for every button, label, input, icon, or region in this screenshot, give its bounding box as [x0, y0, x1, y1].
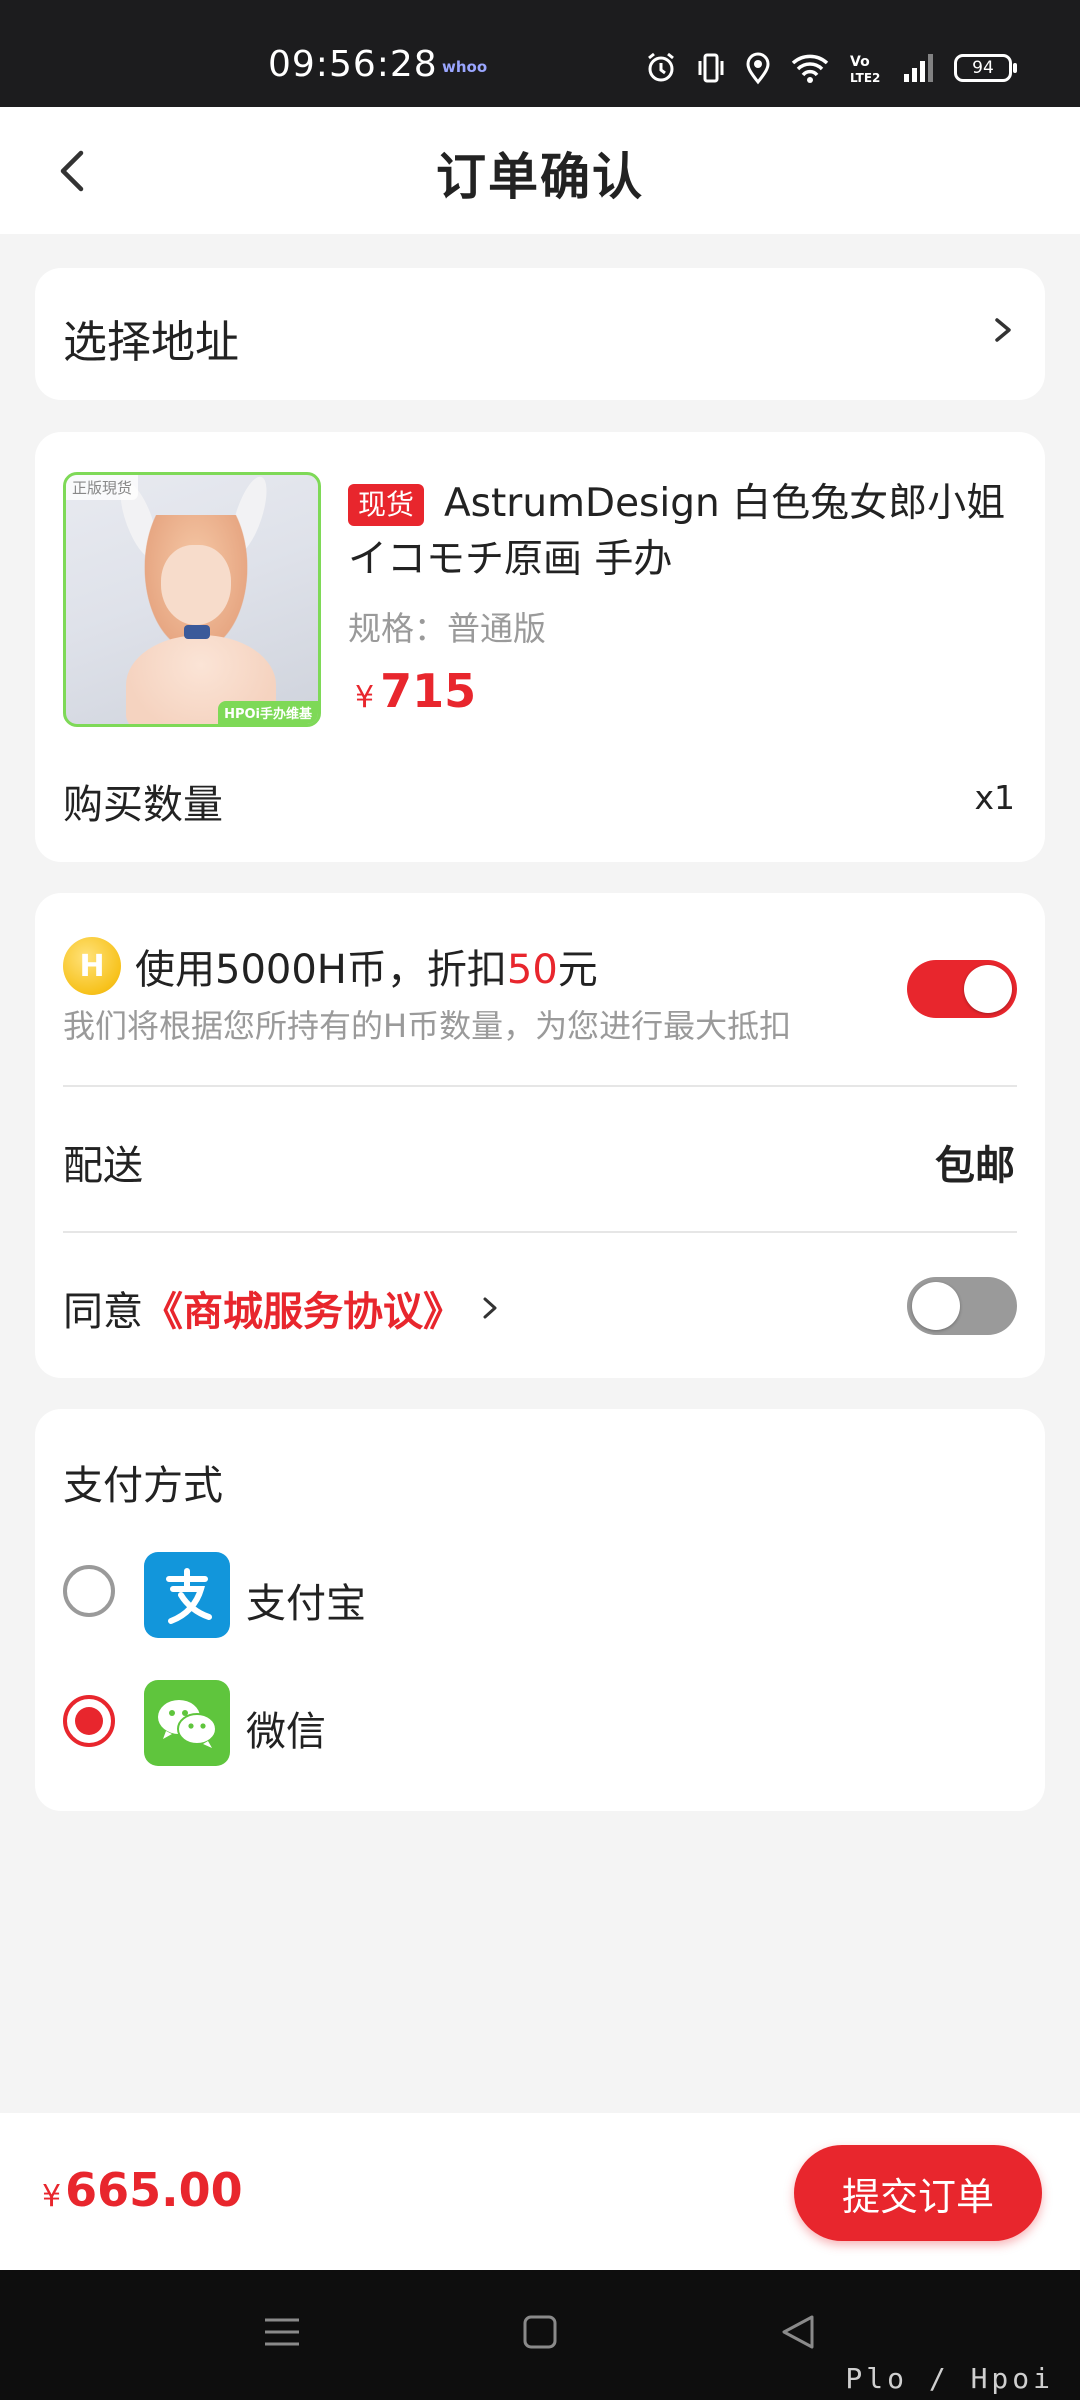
coin-amount: 50 — [506, 947, 558, 993]
volte-icon: VoLTE2 — [850, 54, 880, 85]
total-value: 665.00 — [65, 2163, 243, 2217]
alipay-label[interactable]: 支付宝 — [246, 1571, 366, 1629]
stock-badge: 现货 — [348, 484, 425, 526]
wechat-radio[interactable] — [63, 1695, 115, 1747]
checkout-bar: ¥665.00 提交订单 — [0, 2113, 1080, 2270]
quantity-label: 购买数量 — [63, 782, 223, 828]
quantity-value: x1 — [974, 778, 1015, 817]
vibrate-icon — [698, 53, 724, 83]
location-icon — [746, 52, 770, 85]
alarm-icon — [648, 52, 674, 82]
product-image[interactable]: 正版現货 HPOi手办维基 — [63, 472, 321, 727]
product-title: AstrumDesign 白色兔女郎小姐 イコモチ原画 手办 — [348, 481, 1006, 582]
back-icon[interactable] — [778, 2312, 818, 2352]
wechat-label[interactable]: 微信 — [246, 1699, 326, 1757]
toggle-knob — [964, 965, 1012, 1013]
battery-icon: 94 — [954, 54, 1017, 82]
svg-text:Vo: Vo — [850, 54, 870, 70]
coin-discount-toggle[interactable] — [907, 960, 1017, 1018]
address-selector[interactable]: 选择地址 — [35, 268, 1045, 400]
menu-icon[interactable] — [262, 2312, 302, 2352]
service-agreement-link[interactable]: 同意 《商城服务协议》 — [63, 1279, 499, 1337]
svg-text:LTE2: LTE2 — [850, 71, 880, 85]
watermark: Plo / Hpoi — [845, 2362, 1054, 2395]
page-title: 订单确认 — [436, 148, 644, 206]
total-price: ¥665.00 — [42, 2163, 243, 2217]
agree-prefix: 同意 — [63, 1289, 143, 1335]
product-card: 正版現货 HPOi手办维基 AstrumDesign 白色兔女郎小姐 イコモチ原… — [35, 432, 1045, 862]
payment-method-card: 支付方式 支付宝 微信 — [35, 1409, 1045, 1811]
coin-suffix: 元 — [557, 947, 598, 993]
coin-prefix: 使用5000H币，折扣 — [135, 947, 507, 993]
submit-order-button[interactable]: 提交订单 — [794, 2145, 1042, 2241]
h-coin-icon: H — [63, 937, 121, 995]
image-brand: HPOi手办维基 — [218, 701, 318, 724]
agreement-toggle[interactable] — [907, 1277, 1017, 1335]
status-bar: 09:56:28 whoo Vo LTE2 94 — [0, 0, 1080, 107]
shipping-value: 包邮 — [935, 1143, 1015, 1189]
price-symbol: ¥ — [355, 680, 375, 715]
carrier-mark: whoo — [442, 58, 488, 76]
divider — [63, 1085, 1017, 1087]
status-icons: Vo LTE2 94 — [644, 46, 1017, 90]
product-price: ¥715 — [355, 664, 476, 718]
divider — [63, 1231, 1017, 1233]
toggle-knob — [912, 1282, 960, 1330]
wifi-icon — [791, 54, 829, 83]
total-symbol: ¥ — [42, 2179, 62, 2214]
system-nav-bar: Plo / Hpoi — [0, 2270, 1080, 2400]
address-label: 选择地址 — [63, 317, 239, 368]
chevron-right-icon — [995, 318, 1011, 342]
status-time: 09:56:28 — [268, 44, 438, 85]
alipay-radio[interactable] — [63, 1565, 115, 1617]
wechat-icon — [144, 1680, 230, 1766]
payment-title: 支付方式 — [63, 1463, 223, 1509]
order-options-card: H 使用5000H币，折扣50元 我们将根据您所持有的H币数量，为您进行最大抵扣… — [35, 893, 1045, 1378]
coin-discount-note: 我们将根据您所持有的H币数量，为您进行最大抵扣 — [63, 1007, 792, 1045]
alipay-icon — [144, 1552, 230, 1638]
image-tag: 正版現货 — [66, 475, 139, 500]
app-header: 订单确认 — [0, 107, 1080, 234]
chevron-right-icon — [483, 1297, 497, 1319]
price-value: 715 — [380, 664, 477, 718]
signal-icon — [904, 54, 933, 82]
home-icon[interactable] — [520, 2312, 560, 2352]
product-spec: 规格：普通版 — [348, 609, 546, 648]
coin-discount-title: 使用5000H币，折扣50元 — [135, 937, 598, 995]
shipping-label: 配送 — [63, 1143, 143, 1189]
agreement-link-text[interactable]: 《商城服务协议》 — [143, 1279, 463, 1337]
